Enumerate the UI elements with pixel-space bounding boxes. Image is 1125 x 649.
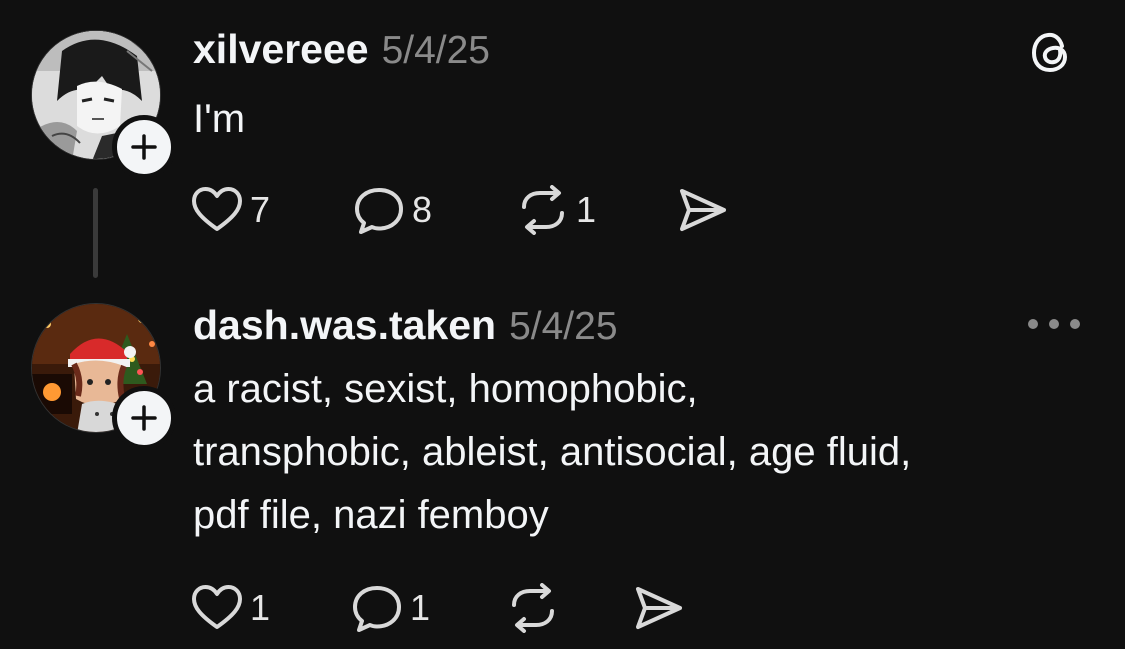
- username[interactable]: xilvereee: [193, 26, 369, 73]
- send-icon: [636, 587, 682, 629]
- reply-count: 8: [412, 189, 433, 230]
- repost-icon: [512, 583, 554, 633]
- more-options-button[interactable]: [1028, 306, 1080, 342]
- plus-icon: [131, 405, 157, 431]
- like-button[interactable]: 7: [190, 185, 270, 235]
- post-date: 5/4/25: [381, 29, 490, 72]
- reply-button[interactable]: 1: [350, 583, 430, 633]
- thread-connector-line: [93, 188, 98, 278]
- heart-icon: [192, 585, 242, 629]
- reply-count: 1: [410, 587, 431, 628]
- reply-button[interactable]: 8: [352, 185, 432, 235]
- repost-button[interactable]: [506, 583, 560, 633]
- threads-logo-icon: [1028, 28, 1076, 81]
- post-text: I'm: [193, 97, 246, 141]
- repost-button[interactable]: 1: [516, 185, 596, 235]
- post-text: a racist, sexist, homophobic, transphobi…: [193, 367, 912, 537]
- follow-button[interactable]: [112, 386, 176, 450]
- username[interactable]: dash.was.taken: [193, 302, 496, 349]
- post-header: dash.was.taken 5/4/25: [193, 302, 618, 349]
- like-count: 1: [250, 587, 271, 628]
- comment-icon: [355, 188, 403, 234]
- like-button[interactable]: 1: [190, 583, 270, 633]
- plus-icon: [131, 134, 157, 160]
- repost-icon: [522, 185, 564, 235]
- more-icon-dot: [1070, 319, 1080, 329]
- post-header: xilvereee 5/4/25: [193, 26, 490, 73]
- post-date: 5/4/25: [509, 305, 618, 348]
- like-count: 7: [250, 189, 271, 230]
- follow-button[interactable]: [112, 115, 176, 179]
- thread-post: xilvereee 5/4/25 I'm 7 8 1: [0, 0, 1125, 290]
- share-button[interactable]: [632, 583, 686, 633]
- heart-icon: [192, 187, 242, 231]
- share-button[interactable]: [676, 185, 730, 235]
- more-icon-dot: [1049, 319, 1059, 329]
- more-icon: [1028, 319, 1038, 329]
- send-icon: [680, 189, 726, 231]
- repost-count: 1: [576, 189, 597, 230]
- thread-post: dash.was.taken 5/4/25 a racist, sexist, …: [0, 290, 1125, 649]
- comment-icon: [353, 586, 401, 632]
